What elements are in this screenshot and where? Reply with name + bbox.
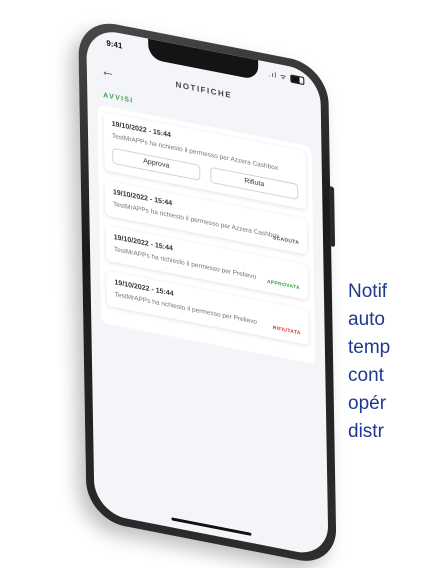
battery-icon — [290, 74, 305, 86]
caption-line: Notif — [348, 281, 388, 302]
section-label: AVVISI — [103, 91, 134, 105]
caption-line: auto — [348, 309, 385, 330]
signal-icon: .ıl — [268, 71, 278, 80]
caption-line: opér — [348, 393, 387, 414]
caption-line: temp — [348, 337, 391, 358]
wifi-icon: ᯤ — [279, 73, 288, 82]
side-caption: Notif auto temp cont opér distr — [348, 278, 408, 446]
caption-line: distr — [348, 421, 384, 442]
phone-mockup: 9:41 .ıl ᯤ ← NOTIFICHE AVVISI 19/10/2022… — [8, 12, 338, 568]
status-time: 9:41 — [106, 38, 123, 51]
phone-frame: 9:41 .ıl ᯤ ← NOTIFICHE AVVISI 19/10/2022… — [78, 17, 337, 568]
side-button — [329, 185, 336, 248]
notification-list: 19/10/2022 - 15:44 TestMrAPPs ha richies… — [97, 104, 316, 365]
home-indicator — [171, 517, 252, 536]
status-icons: .ıl ᯤ — [268, 70, 305, 86]
caption-line: cont — [348, 365, 384, 386]
phone-screen: 9:41 .ıl ᯤ ← NOTIFICHE AVVISI 19/10/2022… — [86, 26, 329, 558]
